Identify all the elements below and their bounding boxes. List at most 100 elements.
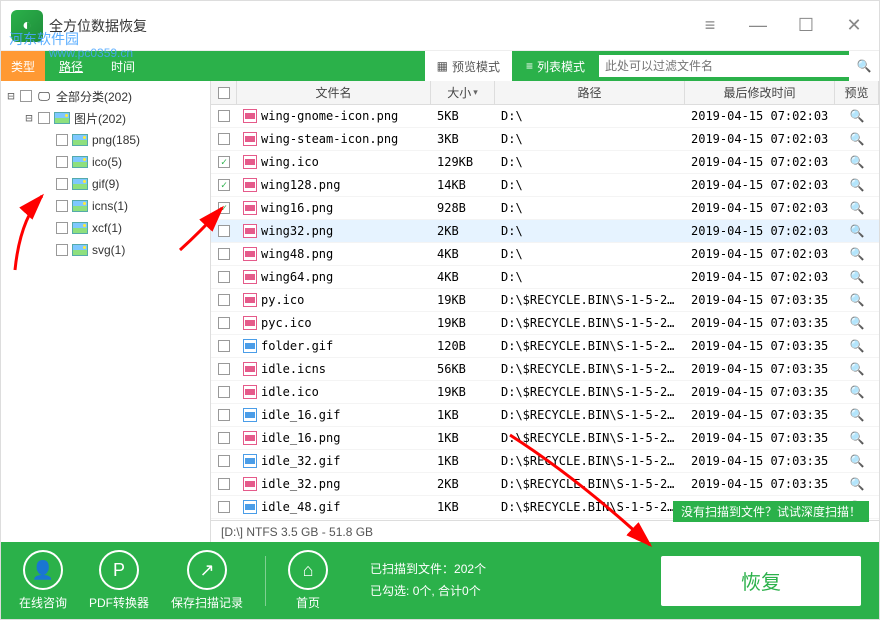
file-name: idle.ico: [261, 385, 319, 399]
magnify-icon[interactable]: 🔍: [850, 155, 865, 169]
save-scan-button[interactable]: ↗ 保存扫描记录: [171, 550, 243, 611]
row-checkbox[interactable]: [218, 501, 230, 513]
recover-button[interactable]: 恢复: [661, 556, 861, 606]
table-row[interactable]: wing-gnome-icon.png5KBD:\2019-04-15 07:0…: [211, 105, 879, 128]
tree-node[interactable]: xcf(1): [1, 217, 210, 239]
row-checkbox[interactable]: [218, 432, 230, 444]
file-size: 5KB: [431, 109, 495, 123]
tree-toggle-icon[interactable]: ⊟: [23, 111, 35, 125]
table-row[interactable]: ✓wing16.png928BD:\2019-04-15 07:02:03🔍: [211, 197, 879, 220]
row-checkbox[interactable]: [218, 133, 230, 145]
close-icon[interactable]: ✕: [839, 11, 869, 41]
tree-node[interactable]: ⊟图片(202): [1, 107, 210, 129]
row-checkbox[interactable]: [218, 340, 230, 352]
file-name: wing-gnome-icon.png: [261, 109, 398, 123]
preview-mode-button[interactable]: ▦预览模式: [425, 51, 512, 81]
deep-scan-link[interactable]: 没有扫描到文件？试试深度扫描！: [673, 501, 869, 522]
row-checkbox[interactable]: [218, 110, 230, 122]
row-checkbox[interactable]: ✓: [218, 202, 230, 214]
file-date: 2019-04-15 07:02:03: [685, 155, 835, 169]
row-checkbox[interactable]: ✓: [218, 179, 230, 191]
tree-checkbox[interactable]: [56, 134, 68, 146]
tree-toggle-icon[interactable]: ⊟: [5, 89, 17, 103]
file-list[interactable]: wing-gnome-icon.png5KBD:\2019-04-15 07:0…: [211, 105, 879, 520]
row-checkbox[interactable]: [218, 248, 230, 260]
maximize-icon[interactable]: ☐: [791, 11, 821, 41]
time-tab[interactable]: 时间: [97, 51, 149, 81]
tree-checkbox[interactable]: [56, 244, 68, 256]
menu-icon[interactable]: ≡: [695, 11, 725, 41]
table-row[interactable]: idle.icns56KBD:\$RECYCLE.BIN\S-1-5-21-10…: [211, 358, 879, 381]
header-date[interactable]: 最后修改时间: [685, 81, 835, 104]
table-row[interactable]: wing32.png2KBD:\2019-04-15 07:02:03🔍: [211, 220, 879, 243]
magnify-icon[interactable]: 🔍: [850, 408, 865, 422]
table-row[interactable]: idle_16.png1KBD:\$RECYCLE.BIN\S-1-5-21-1…: [211, 427, 879, 450]
magnify-icon[interactable]: 🔍: [850, 201, 865, 215]
table-row[interactable]: wing48.png4KBD:\2019-04-15 07:02:03🔍: [211, 243, 879, 266]
tree-node[interactable]: icns(1): [1, 195, 210, 217]
row-checkbox[interactable]: [218, 363, 230, 375]
headset-icon: 👤: [23, 550, 63, 590]
search-icon[interactable]: 🔍: [849, 51, 879, 81]
magnify-icon[interactable]: 🔍: [850, 385, 865, 399]
pdf-converter-button[interactable]: P PDF转换器: [89, 550, 149, 611]
row-checkbox[interactable]: [218, 225, 230, 237]
magnify-icon[interactable]: 🔍: [850, 454, 865, 468]
row-checkbox[interactable]: [218, 455, 230, 467]
magnify-icon[interactable]: 🔍: [850, 316, 865, 330]
magnify-icon[interactable]: 🔍: [850, 132, 865, 146]
row-checkbox[interactable]: ✓: [218, 156, 230, 168]
tree-checkbox[interactable]: [56, 156, 68, 168]
row-checkbox[interactable]: [218, 294, 230, 306]
tree-checkbox[interactable]: [38, 112, 50, 124]
tree-node[interactable]: ico(5): [1, 151, 210, 173]
row-checkbox[interactable]: [218, 317, 230, 329]
tree-checkbox[interactable]: [20, 90, 32, 102]
table-row[interactable]: ✓wing.ico129KBD:\2019-04-15 07:02:03🔍: [211, 151, 879, 174]
select-all-checkbox[interactable]: [218, 87, 230, 99]
header-size[interactable]: 大小▾: [431, 81, 495, 104]
table-row[interactable]: py.ico19KBD:\$RECYCLE.BIN\S-1-5-21-10577…: [211, 289, 879, 312]
row-checkbox[interactable]: [218, 386, 230, 398]
scan-status: 已扫描到文件：202个 已勾选: 0个, 合计0个: [370, 559, 486, 602]
header-filename[interactable]: 文件名: [237, 81, 431, 104]
table-row[interactable]: pyc.ico19KBD:\$RECYCLE.BIN\S-1-5-21-1057…: [211, 312, 879, 335]
magnify-icon[interactable]: 🔍: [850, 431, 865, 445]
path-tab[interactable]: 路径: [45, 51, 97, 81]
table-row[interactable]: idle_32.png2KBD:\$RECYCLE.BIN\S-1-5-21-1…: [211, 473, 879, 496]
tree-checkbox[interactable]: [56, 200, 68, 212]
magnify-icon[interactable]: 🔍: [850, 178, 865, 192]
online-support-button[interactable]: 👤 在线咨询: [19, 550, 67, 611]
table-row[interactable]: ✓wing128.png14KBD:\2019-04-15 07:02:03🔍: [211, 174, 879, 197]
header-path[interactable]: 路径: [495, 81, 685, 104]
magnify-icon[interactable]: 🔍: [850, 109, 865, 123]
magnify-icon[interactable]: 🔍: [850, 339, 865, 353]
table-row[interactable]: idle_16.gif1KBD:\$RECYCLE.BIN\S-1-5-21-1…: [211, 404, 879, 427]
table-row[interactable]: wing-steam-icon.png3KBD:\2019-04-15 07:0…: [211, 128, 879, 151]
magnify-icon[interactable]: 🔍: [850, 362, 865, 376]
magnify-icon[interactable]: 🔍: [850, 270, 865, 284]
file-size: 120B: [431, 339, 495, 353]
table-row[interactable]: wing64.png4KBD:\2019-04-15 07:02:03🔍: [211, 266, 879, 289]
row-checkbox[interactable]: [218, 409, 230, 421]
table-row[interactable]: idle_32.gif1KBD:\$RECYCLE.BIN\S-1-5-21-1…: [211, 450, 879, 473]
tree-node[interactable]: svg(1): [1, 239, 210, 261]
minimize-icon[interactable]: —: [743, 11, 773, 41]
tree-node[interactable]: ⊟🖵全部分类(202): [1, 85, 210, 107]
magnify-icon[interactable]: 🔍: [850, 224, 865, 238]
row-checkbox[interactable]: [218, 478, 230, 490]
file-type-icon: [243, 293, 257, 307]
magnify-icon[interactable]: 🔍: [850, 293, 865, 307]
tree-node[interactable]: png(185): [1, 129, 210, 151]
list-mode-button[interactable]: ≡列表模式: [514, 51, 597, 81]
table-row[interactable]: folder.gif120BD:\$RECYCLE.BIN\S-1-5-21-1…: [211, 335, 879, 358]
tree-checkbox[interactable]: [56, 178, 68, 190]
home-button[interactable]: ⌂ 首页: [288, 550, 328, 611]
filter-input[interactable]: [599, 55, 849, 77]
tree-node[interactable]: gif(9): [1, 173, 210, 195]
magnify-icon[interactable]: 🔍: [850, 477, 865, 491]
magnify-icon[interactable]: 🔍: [850, 247, 865, 261]
row-checkbox[interactable]: [218, 271, 230, 283]
tree-checkbox[interactable]: [56, 222, 68, 234]
table-row[interactable]: idle.ico19KBD:\$RECYCLE.BIN\S-1-5-21-105…: [211, 381, 879, 404]
